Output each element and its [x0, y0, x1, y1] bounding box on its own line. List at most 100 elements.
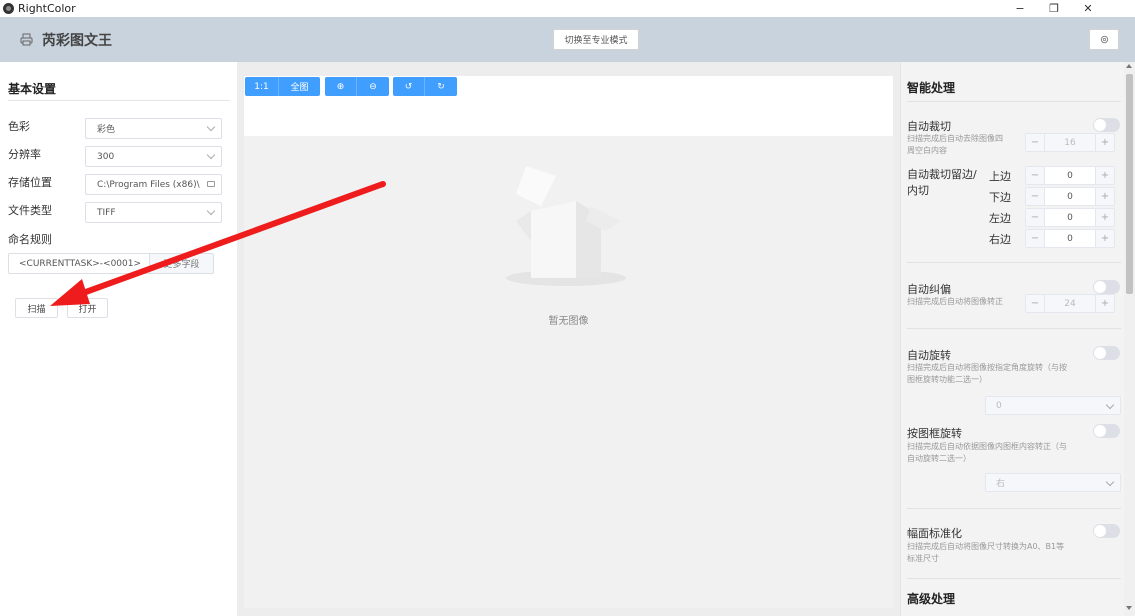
auto-deskew-desc: 扫描完成后自动将图像转正: [907, 297, 1003, 306]
auto-deskew-toggle[interactable]: [1093, 280, 1120, 294]
right-edge-value[interactable]: 0: [1045, 230, 1095, 247]
empty-state-text: 暂无图像: [548, 316, 589, 327]
zoom-in-icon: ⊕: [336, 81, 345, 92]
decrement-button: −: [1026, 295, 1045, 312]
decrement-button[interactable]: −: [1026, 209, 1045, 226]
section-divider: [907, 101, 1121, 102]
bottom-edge-stepper[interactable]: − 0 +: [1025, 187, 1115, 206]
more-fields-button[interactable]: 更多字段: [149, 253, 214, 274]
gear-icon: [1100, 35, 1108, 44]
rotate-angle-value: 0: [996, 400, 1002, 411]
page-standardize-label: 幅面标准化: [907, 527, 962, 540]
color-label: 色彩: [8, 120, 30, 133]
decrement-button[interactable]: −: [1026, 230, 1045, 247]
naming-rule-label: 命名规则: [8, 233, 52, 246]
rotate-left-icon: ↺: [404, 81, 413, 92]
frame-rotate-toggle[interactable]: [1093, 424, 1120, 438]
zoom-in-button[interactable]: ⊕: [325, 77, 357, 96]
auto-crop-stepper: − 16 +: [1025, 133, 1115, 152]
zoom-out-button[interactable]: ⊖: [357, 77, 389, 96]
storage-location-input[interactable]: C:\Program Files (x86)\: [85, 174, 222, 195]
auto-rotate-toggle[interactable]: [1093, 346, 1120, 360]
zoom-group: ⊕ ⊖: [325, 77, 389, 96]
window-title: RightColor: [18, 2, 76, 15]
page-standardize-toggle[interactable]: [1093, 524, 1120, 538]
fit-full-button[interactable]: 全图: [279, 77, 320, 96]
scroll-down-arrow-icon[interactable]: [1126, 606, 1132, 610]
actual-size-button[interactable]: 1:1: [245, 77, 279, 96]
scroll-up-arrow-icon[interactable]: [1126, 64, 1132, 68]
page-standardize-desc: 扫描完成后自动将图像尺寸转换为A0、B1等: [907, 542, 1065, 551]
left-edge-value[interactable]: 0: [1045, 209, 1095, 226]
increment-button[interactable]: +: [1095, 167, 1114, 184]
top-edge-value[interactable]: 0: [1045, 167, 1095, 184]
deskew-value: 24: [1064, 298, 1076, 309]
smart-processing-title: 智能处理: [907, 81, 956, 95]
rotate-right-icon: ↻: [437, 81, 445, 92]
frame-rotate-select: 右: [985, 473, 1121, 492]
section-divider: [907, 508, 1121, 509]
frame-rotate-desc: 扫描完成后自动依据图像内图框内容转正（与: [907, 442, 1067, 451]
storage-location-value: C:\Program Files (x86)\: [97, 179, 200, 190]
bottom-edge-value[interactable]: 0: [1045, 188, 1095, 205]
auto-crop-label: 自动裁切: [907, 120, 951, 133]
file-type-label: 文件类型: [8, 204, 52, 217]
viewer-toolbar: 1:1 全图 ⊕ ⊖ ↺ ↻: [244, 76, 893, 136]
chevron-down-icon: [206, 206, 216, 216]
bottom-edge-label: 下边: [989, 191, 1011, 204]
smart-processing-panel: 智能处理 自动裁切 扫描完成后自动去除图像四 周空白内容 − 16 + 自动裁切…: [900, 62, 1135, 616]
deskew-stepper: − 24 +: [1025, 294, 1115, 313]
switch-pro-mode-button[interactable]: 切换至专业模式: [553, 29, 639, 50]
decrement-button[interactable]: −: [1026, 188, 1045, 205]
maximize-button[interactable]: ❐: [1037, 0, 1071, 17]
increment-button[interactable]: +: [1095, 230, 1114, 247]
left-edge-label: 左边: [989, 212, 1011, 225]
increment-button[interactable]: +: [1095, 209, 1114, 226]
storage-location-label: 存储位置: [8, 176, 52, 189]
top-edge-label: 上边: [989, 170, 1011, 183]
color-select[interactable]: 彩色: [85, 118, 222, 139]
rotate-left-button[interactable]: ↺: [393, 77, 425, 96]
close-button[interactable]: ✕: [1071, 0, 1105, 17]
increment-button[interactable]: +: [1095, 188, 1114, 205]
auto-rotate-label: 自动旋转: [907, 349, 951, 362]
color-select-value: 彩色: [97, 125, 116, 135]
file-type-select[interactable]: TIFF: [85, 202, 222, 223]
auto-crop-desc: 扫描完成后自动去除图像四: [907, 134, 1003, 143]
auto-rotate-desc: 扫描完成后自动将图像按指定角度旋转（与按: [907, 363, 1067, 372]
image-canvas[interactable]: 暂无图像: [244, 136, 893, 608]
frame-rotate-value: 右: [996, 479, 1006, 489]
folder-icon[interactable]: [207, 181, 215, 187]
decrement-button: −: [1026, 134, 1045, 151]
naming-rule-input[interactable]: <CURRENTTASK>-<0001>: [8, 253, 149, 274]
minimize-button[interactable]: −: [1003, 0, 1037, 17]
resolution-select[interactable]: 300: [85, 146, 222, 167]
empty-box-icon: [506, 166, 626, 286]
open-button[interactable]: 打开: [67, 298, 108, 318]
auto-deskew-label: 自动纠偏: [907, 283, 951, 296]
auto-crop-toggle[interactable]: [1093, 118, 1120, 132]
printer-icon: [20, 33, 33, 46]
settings-button[interactable]: [1089, 29, 1119, 50]
decrement-button[interactable]: −: [1026, 167, 1045, 184]
increment-button: +: [1095, 295, 1114, 312]
top-edge-stepper[interactable]: − 0 +: [1025, 166, 1115, 185]
rotate-right-button[interactable]: ↻: [425, 77, 457, 96]
chevron-down-icon: [206, 150, 216, 160]
scan-button[interactable]: 扫描: [15, 298, 58, 318]
scroll-thumb[interactable]: [1126, 74, 1133, 294]
chevron-down-icon: [1105, 477, 1115, 487]
brand-title: 芮彩图文王: [42, 33, 112, 49]
resolution-select-value: 300: [97, 151, 115, 162]
section-divider: [907, 262, 1121, 263]
section-divider: [8, 100, 230, 101]
frame-rotate-desc-2: 自动旋转二选一）: [907, 454, 971, 463]
right-panel-scrollbar[interactable]: [1124, 62, 1135, 616]
left-edge-stepper[interactable]: − 0 +: [1025, 208, 1115, 227]
crop-margin-label: 自动裁切留边/: [907, 168, 977, 181]
chevron-down-icon: [1105, 400, 1115, 410]
page-standardize-desc-2: 标准尺寸: [907, 554, 939, 563]
file-type-select-value: TIFF: [97, 207, 116, 218]
advanced-processing-title: 高级处理: [907, 592, 956, 606]
right-edge-stepper[interactable]: − 0 +: [1025, 229, 1115, 248]
